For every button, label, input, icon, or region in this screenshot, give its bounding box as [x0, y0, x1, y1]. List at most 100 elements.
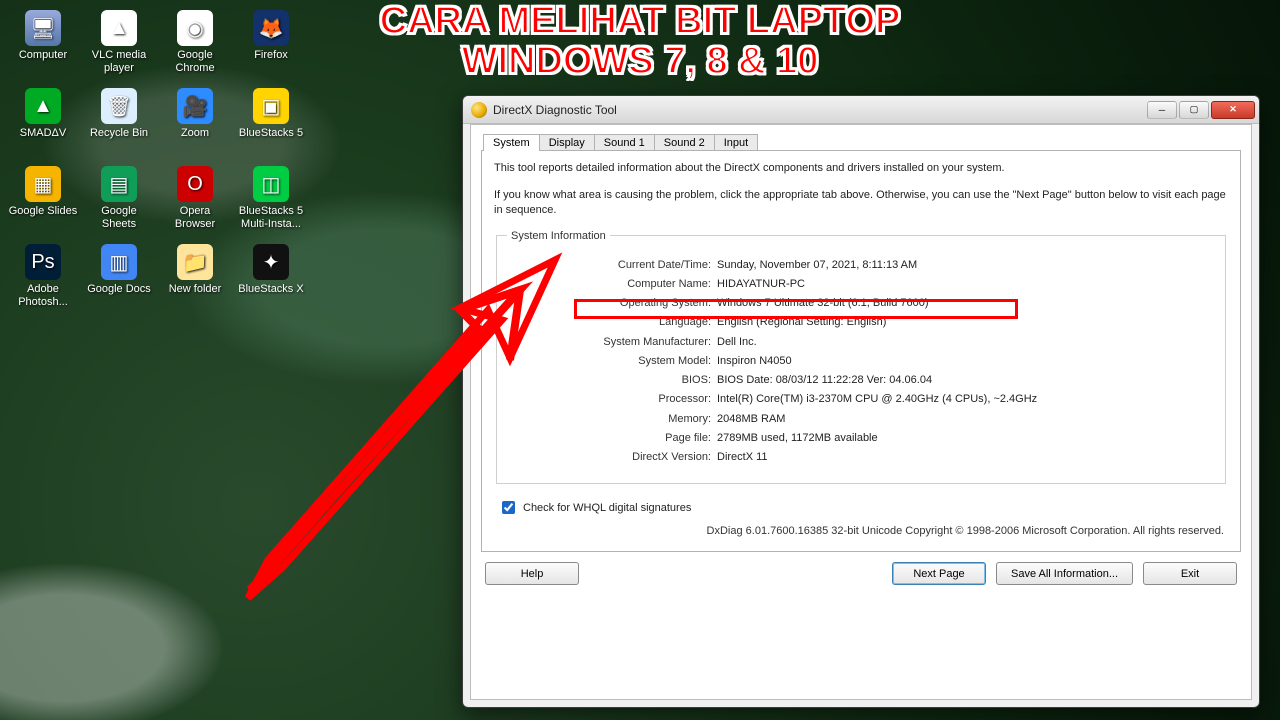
desktop-icon[interactable]: 🖥 Computer: [6, 6, 80, 82]
info-key: Language:: [507, 313, 717, 332]
icon-label: New folder: [169, 283, 222, 296]
info-value: 2789MB used, 1172MB available: [717, 429, 1215, 448]
intro-text-1: This tool reports detailed information a…: [494, 161, 1228, 176]
info-row: Page file:2789MB used, 1172MB available: [507, 429, 1215, 448]
desktop-icon[interactable]: ▲ VLC media player: [82, 6, 156, 82]
tab-input[interactable]: Input: [714, 134, 758, 151]
app-icon: ▣: [253, 88, 289, 124]
whql-label: Check for WHQL digital signatures: [523, 502, 691, 514]
desktop-icon[interactable]: Ps Adobe Photosh...: [6, 240, 80, 316]
icon-label: Recycle Bin: [90, 127, 148, 140]
info-row: Operating System:Windows 7 Ultimate 32-b…: [507, 294, 1215, 313]
icon-label: BlueStacks 5: [239, 127, 303, 140]
desktop-icon[interactable]: ✦BlueStacks X: [234, 240, 308, 316]
app-icon: ◫: [253, 166, 289, 202]
app-icon: ▥: [101, 244, 137, 280]
desktop-icon[interactable]: ▦Google Slides: [6, 162, 80, 238]
tab-sound-1[interactable]: Sound 1: [594, 134, 655, 151]
icon-label: VLC media player: [92, 49, 146, 74]
info-value: BIOS Date: 08/03/12 11:22:28 Ver: 04.06.…: [717, 371, 1215, 390]
desktop-icon[interactable]: 🗑 Recycle Bin: [82, 84, 156, 160]
whql-checkbox-row[interactable]: Check for WHQL digital signatures: [498, 498, 1228, 517]
titlebar[interactable]: DirectX Diagnostic Tool ─ ▢ ✕: [463, 96, 1259, 124]
copyright-text: DxDiag 6.01.7600.16385 32-bit Unicode Co…: [494, 525, 1224, 537]
icon-label: Firefox: [254, 49, 288, 62]
tab-strip: SystemDisplaySound 1Sound 2Input: [483, 133, 1241, 150]
info-key: Memory:: [507, 410, 717, 429]
info-key: BIOS:: [507, 371, 717, 390]
system-information-group: System Information Current Date/Time:Sun…: [496, 230, 1226, 485]
tab-system[interactable]: System: [483, 134, 540, 151]
info-row: Current Date/Time:Sunday, November 07, 2…: [507, 256, 1215, 275]
info-key: Operating System:: [507, 294, 717, 313]
app-icon: 🎥: [177, 88, 213, 124]
minimize-button[interactable]: ─: [1147, 101, 1177, 119]
save-all-button[interactable]: Save All Information...: [996, 562, 1133, 585]
info-key: Computer Name:: [507, 275, 717, 294]
info-value: Inspiron N4050: [717, 352, 1215, 371]
desktop-icon[interactable]: ▣ BlueStacks 5: [234, 84, 308, 160]
info-row: Memory:2048MB RAM: [507, 410, 1215, 429]
desktop-icon[interactable]: 🦊 Firefox: [234, 6, 308, 82]
button-row: Help Next Page Save All Information... E…: [481, 562, 1241, 585]
info-row: DirectX Version:DirectX 11: [507, 448, 1215, 467]
tab-display[interactable]: Display: [539, 134, 595, 151]
info-key: System Model:: [507, 352, 717, 371]
info-row: Processor:Intel(R) Core(TM) i3-2370M CPU…: [507, 390, 1215, 409]
info-value: 2048MB RAM: [717, 410, 1215, 429]
app-icon: 🖥: [25, 10, 61, 46]
info-row: Computer Name:HIDAYATNUR-PC: [507, 275, 1215, 294]
app-icon: O: [177, 166, 213, 202]
app-icon: ▲: [25, 88, 61, 124]
app-icon: 🗑: [101, 88, 137, 124]
info-value: Dell Inc.: [717, 333, 1215, 352]
info-key: Processor:: [507, 390, 717, 409]
tab-page-system: This tool reports detailed information a…: [481, 150, 1241, 552]
intro-text-2: If you know what area is causing the pro…: [494, 188, 1228, 218]
next-page-button[interactable]: Next Page: [892, 562, 986, 585]
app-icon: Ps: [25, 244, 61, 280]
desktop-icon[interactable]: ◉ Google Chrome: [158, 6, 232, 82]
tab-sound-2[interactable]: Sound 2: [654, 134, 715, 151]
app-icon: [471, 102, 487, 118]
app-icon: ▲: [101, 10, 137, 46]
app-icon: 📁: [177, 244, 213, 280]
desktop-icon[interactable]: ▲ SMADΔV: [6, 84, 80, 160]
close-button[interactable]: ✕: [1211, 101, 1255, 119]
desktop-icons-area: 🖥 Computer ▲ VLC media player ◉ Google Chrome…: [6, 6, 326, 316]
desktop-icon[interactable]: OOpera Browser: [158, 162, 232, 238]
desktop-icon[interactable]: ◫ BlueStacks 5 Multi-Insta...: [234, 162, 308, 238]
desktop: 🖥 Computer ▲ VLC media player ◉ Google Chrome…: [0, 0, 1280, 720]
info-row: BIOS:BIOS Date: 08/03/12 11:22:28 Ver: 0…: [507, 371, 1215, 390]
window-title: DirectX Diagnostic Tool: [493, 103, 1147, 117]
icon-label: BlueStacks 5 Multi-Insta...: [239, 205, 303, 230]
icon-label: Google Chrome: [175, 49, 214, 74]
info-row: Language:English (Regional Setting: Engl…: [507, 313, 1215, 332]
dxdiag-window: DirectX Diagnostic Tool ─ ▢ ✕ SystemDisp…: [462, 95, 1260, 708]
app-icon: ✦: [253, 244, 289, 280]
icon-label: Google Sheets: [101, 205, 136, 230]
icon-label: Zoom: [181, 127, 209, 140]
exit-button[interactable]: Exit: [1143, 562, 1237, 585]
icon-label: Google Docs: [87, 283, 151, 296]
help-button[interactable]: Help: [485, 562, 579, 585]
info-value: Sunday, November 07, 2021, 8:11:13 AM: [717, 256, 1215, 275]
icon-label: Adobe Photosh...: [18, 283, 68, 308]
icon-label: Computer: [19, 49, 67, 62]
window-client: SystemDisplaySound 1Sound 2Input This to…: [470, 124, 1252, 700]
info-row: System Manufacturer:Dell Inc.: [507, 333, 1215, 352]
info-value: Windows 7 Ultimate 32-bit (6.1, Build 76…: [717, 294, 1215, 313]
desktop-icon[interactable]: ▥ Google Docs: [82, 240, 156, 316]
app-icon: ◉: [177, 10, 213, 46]
whql-checkbox[interactable]: [502, 501, 515, 514]
info-value: English (Regional Setting: English): [717, 313, 1215, 332]
app-icon: ▦: [25, 166, 61, 202]
desktop-icon[interactable]: 🎥 Zoom: [158, 84, 232, 160]
app-icon: 🦊: [253, 10, 289, 46]
info-key: Page file:: [507, 429, 717, 448]
app-icon: ▤: [101, 166, 137, 202]
desktop-icon[interactable]: ▤ Google Sheets: [82, 162, 156, 238]
maximize-button[interactable]: ▢: [1179, 101, 1209, 119]
icon-label: SMADΔV: [20, 127, 66, 140]
desktop-icon[interactable]: 📁 New folder: [158, 240, 232, 316]
